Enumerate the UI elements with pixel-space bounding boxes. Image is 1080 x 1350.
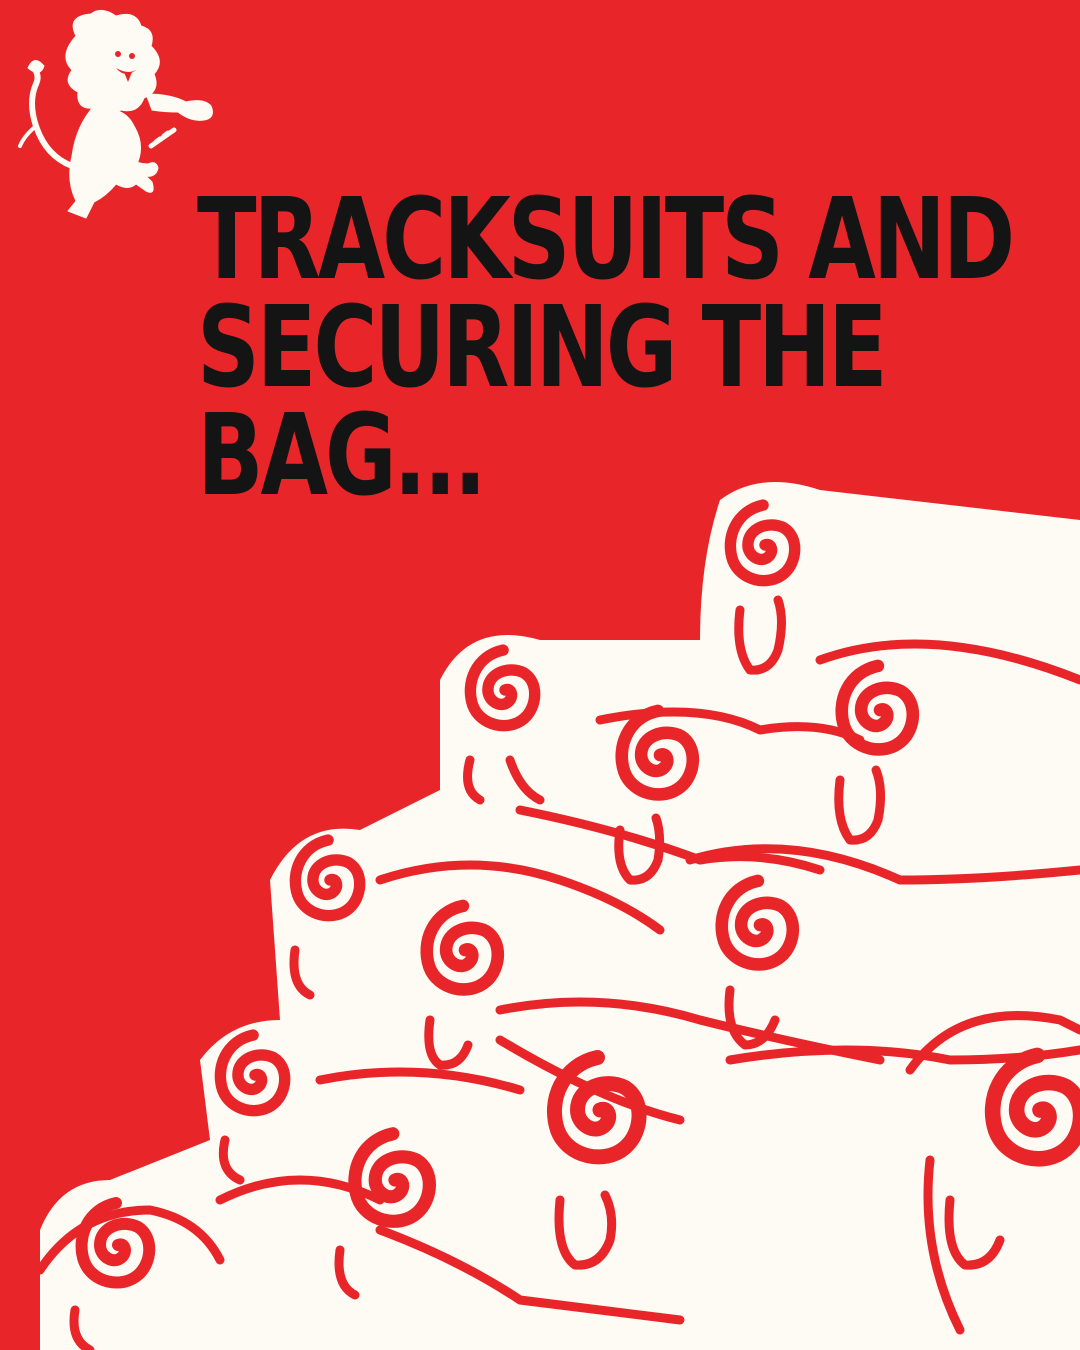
poster: TRACKSUITS AND SECURING THE BAG...	[0, 0, 1080, 1350]
flock-of-sheep-illustration	[35, 482, 1080, 1350]
